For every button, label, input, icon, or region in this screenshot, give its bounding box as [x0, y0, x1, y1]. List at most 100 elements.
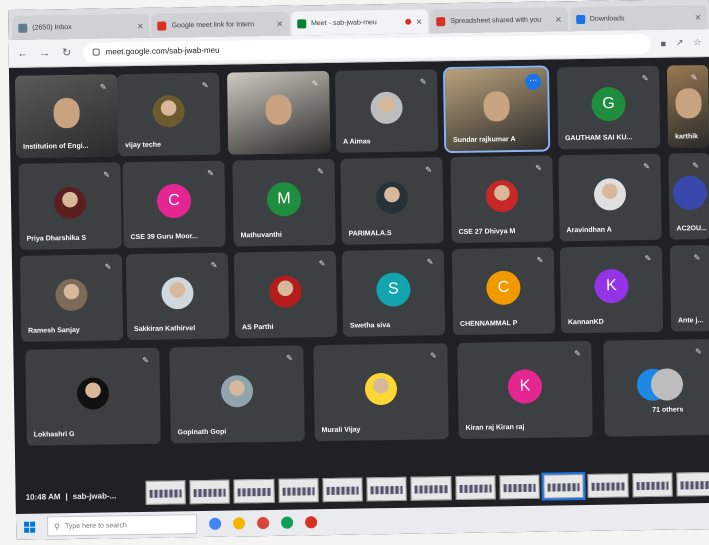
window-preview-thumbnail[interactable] — [278, 478, 319, 503]
window-preview-thumbnail[interactable] — [455, 475, 496, 501]
participant-tile[interactable]: ✎ Gopinath Gopi — [169, 345, 305, 444]
participant-name: karthik — [675, 133, 699, 141]
window-preview-thumbnail[interactable] — [587, 473, 629, 498]
participant-avatar — [152, 95, 185, 128]
close-tab-icon[interactable]: ✕ — [137, 21, 144, 30]
mic-muted-icon: ✎ — [311, 79, 319, 89]
browser-tab[interactable]: Google meet link for Intern ✕ — [151, 11, 290, 38]
participant-tile[interactable]: C ✎ CHENNAMMAL P — [451, 247, 556, 336]
participant-tile[interactable]: K ✎ KannanKD — [559, 245, 664, 334]
thumbnail-content — [547, 483, 580, 492]
participant-name: Swetha siva — [349, 322, 391, 330]
participant-tile[interactable]: ✎ Ante j... — [669, 244, 709, 332]
tab-label: Downloads — [589, 14, 625, 23]
app-taskbar-icon[interactable] — [256, 516, 270, 530]
participant-tile[interactable]: S ✎ Swetha siva — [341, 249, 446, 337]
close-tab-icon[interactable]: ✕ — [276, 19, 283, 28]
thumbnail-content — [149, 489, 182, 498]
participant-name: Aravindhan A — [566, 226, 612, 235]
close-tab-icon[interactable]: ✕ — [555, 15, 562, 24]
participant-tile[interactable]: ✎ 71 others — [603, 338, 709, 437]
participant-initial-avatar: K — [594, 268, 629, 304]
participant-tile[interactable]: ✎ Lokhashri G — [25, 347, 161, 446]
mic-muted-icon: ✎ — [425, 165, 432, 175]
bookmark-star-icon[interactable]: ☆ — [693, 37, 701, 48]
share-icon[interactable]: ↗ — [676, 37, 684, 48]
browser-tab[interactable]: Spreadsheet shared with you ✕ — [430, 7, 569, 34]
window-preview-thumbnail[interactable] — [499, 474, 540, 500]
mic-muted-icon: ✎ — [692, 161, 699, 171]
url-field[interactable]: meet.google.com/sab-jwab-meu — [82, 33, 651, 63]
thumbnail-content — [326, 486, 359, 496]
participant-tile[interactable]: ✎ Aravindhan A — [558, 153, 662, 242]
participant-tile[interactable]: C ✎ CSE 39 Guru Moor... — [122, 160, 226, 249]
participant-tile[interactable]: ✎ Institution of Engi... — [15, 74, 119, 158]
windows-start-icon[interactable] — [24, 521, 36, 533]
participant-initial-avatar: G — [591, 86, 626, 122]
participant-avatar — [375, 181, 409, 215]
camera-icon[interactable]: ■ — [660, 38, 666, 48]
browser-tab[interactable]: Downloads ✕ — [569, 5, 708, 32]
participant-avatar — [364, 372, 398, 406]
participant-name: Mathuvanthi — [240, 231, 282, 240]
participant-tile[interactable]: ⋯ Sundar rajkumar A — [442, 65, 551, 154]
participant-tile[interactable]: M ✎ Mathuvanthi — [232, 158, 336, 247]
participant-tile[interactable]: ✎ AC2OU... — [668, 153, 709, 240]
participant-tile[interactable]: ✎ CSE 27 Dhivya M — [450, 155, 554, 244]
participant-initial-avatar: C — [486, 270, 521, 306]
window-preview-thumbnail[interactable] — [233, 478, 275, 504]
window-preview-thumbnail[interactable] — [631, 472, 673, 498]
window-preview-thumbnail[interactable] — [541, 471, 587, 501]
thumbnail-content — [459, 484, 492, 493]
participant-tile[interactable]: ✎ vijay teche — [117, 72, 221, 157]
participant-tile[interactable]: ✎ karthik — [666, 65, 709, 148]
participant-face — [265, 94, 292, 125]
participant-initial-avatar: M — [266, 182, 302, 217]
window-preview-thumbnail[interactable] — [410, 476, 452, 501]
window-preview-thumbnail[interactable] — [676, 471, 709, 497]
mic-muted-icon: ✎ — [103, 170, 111, 180]
taskbar-search-input[interactable]: ⚲ Type here to search — [46, 514, 198, 537]
window-preview-thumbnail[interactable] — [366, 476, 408, 502]
participant-tile[interactable]: ✎ — [227, 70, 331, 155]
explorer-taskbar-icon[interactable] — [232, 517, 246, 530]
participant-name: A Aimas — [343, 138, 371, 146]
tab-label: (2650) Inbox — [32, 23, 72, 32]
participant-tile[interactable]: ✎ PARIMALA.S — [340, 157, 444, 245]
participant-tile[interactable]: ✎ Ramesh Sanjay — [19, 254, 124, 342]
tab-label: Google meet link for Intern — [171, 20, 255, 29]
window-preview-thumbnail[interactable] — [145, 480, 187, 505]
back-icon[interactable]: ← — [17, 47, 29, 59]
participant-tile[interactable]: ✎ Murali Vijay — [313, 343, 449, 442]
participant-initial-avatar — [672, 175, 707, 211]
others-avatar — [650, 368, 684, 401]
thumbnail-content — [636, 481, 669, 491]
app-taskbar-icon[interactable] — [280, 516, 294, 529]
close-tab-icon[interactable]: ✕ — [416, 17, 423, 26]
browser-tab[interactable]: (2650) Inbox ✕ — [12, 13, 150, 40]
participant-tile[interactable]: K ✎ Kiran raj Kiran raj — [457, 340, 593, 439]
participant-tile[interactable]: ✎ Sakkiran Kathirvel — [125, 252, 230, 341]
app-taskbar-icon[interactable] — [304, 516, 318, 529]
mic-muted-icon: ✎ — [641, 73, 649, 84]
window-preview-thumbnail[interactable] — [322, 477, 363, 503]
participant-name: Priya Dharshika S — [26, 234, 87, 243]
reload-icon[interactable]: ↻ — [61, 46, 73, 59]
forward-icon[interactable]: → — [39, 47, 51, 59]
window-preview-thumbnail[interactable] — [189, 479, 231, 505]
participant-tile[interactable]: ✎ A Aimas — [334, 69, 439, 153]
participant-face — [674, 88, 702, 119]
close-tab-icon[interactable]: ✕ — [694, 13, 701, 22]
monitor-screen: (2650) Inbox ✕ Google meet link for Intern… — [8, 0, 709, 540]
participant-name: Kiran raj Kiran raj — [465, 423, 525, 432]
participant-tile[interactable]: G ✎ GAUTHAM SAI KU... — [556, 65, 661, 150]
mic-muted-icon: ✎ — [693, 253, 701, 263]
chrome-taskbar-icon[interactable] — [209, 517, 222, 530]
participant-initial-avatar: S — [376, 272, 411, 307]
participant-tile[interactable]: ✎ AS Parthi — [233, 250, 338, 339]
browser-tab[interactable]: Meet - sab-jwab-meu ✕ — [290, 9, 429, 36]
participant-tile[interactable]: ✎ Priya Dharshika S — [18, 162, 122, 250]
participant-avatar — [55, 278, 88, 312]
mic-muted-icon: ✎ — [430, 351, 437, 361]
mic-muted-icon: ✎ — [142, 355, 149, 365]
